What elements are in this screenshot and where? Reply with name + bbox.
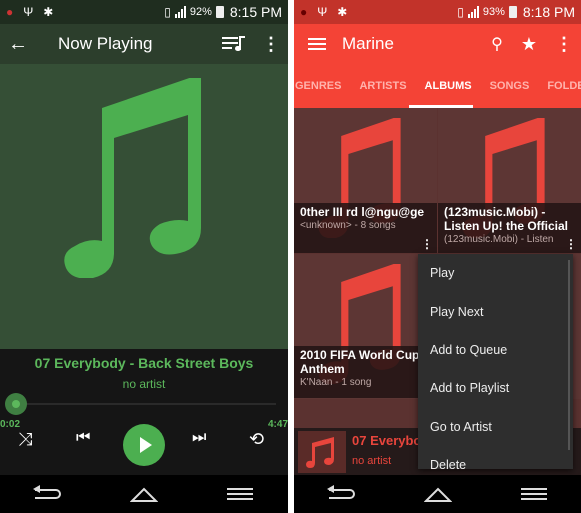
usb-icon: Ψ — [23, 5, 34, 19]
star-icon[interactable]: ★ — [521, 34, 537, 55]
repeat-icon[interactable]: ⟲ — [249, 429, 264, 450]
signal-icon — [467, 6, 479, 18]
seek-thumb[interactable] — [4, 393, 27, 415]
album-title: 0ther III rd l@ngu@ge — [300, 205, 425, 219]
menu-item-add-to-playlist[interactable]: Add to Playlist — [418, 369, 573, 407]
album-subtitle: <unknown> - 8 songs — [300, 220, 396, 231]
music-note-icon — [306, 437, 334, 468]
next-icon[interactable]: ⏭ — [192, 429, 206, 447]
toolbar: ← Now Playing ⋮ — [0, 24, 288, 64]
headset-icon: ● — [300, 5, 308, 19]
album-art — [0, 64, 288, 349]
shuffle-icon[interactable]: ⤨ — [18, 429, 32, 450]
nav-back-icon[interactable] — [326, 485, 355, 499]
nav-home-icon[interactable] — [423, 486, 452, 502]
arrow-left-icon[interactable]: ← — [0, 33, 36, 56]
album-tile[interactable]: 2010 FIFA World Cup Anthem K'Naan - 1 so… — [294, 254, 437, 399]
android-debug-icon: ✱ — [337, 5, 348, 19]
hamburger-menu-icon[interactable] — [308, 38, 326, 50]
menu-scrollbar[interactable] — [568, 260, 570, 450]
page-title: Now Playing — [58, 34, 153, 53]
system-nav-bar — [0, 475, 288, 513]
tab-albums[interactable]: ALBUMS — [416, 80, 481, 92]
battery-percent: 93% — [482, 6, 505, 18]
album-caption: 0ther III rd l@ngu@ge <unknown> - 8 song… — [294, 203, 437, 253]
track-title: 07 Everybody - Back Street Boys — [34, 355, 254, 371]
more-vert-icon[interactable]: ⋮ — [262, 34, 280, 55]
context-menu: Play Play Next Add to Queue Add to Playl… — [418, 254, 573, 469]
vibrate-icon: ▯ — [457, 5, 464, 19]
nav-back-icon[interactable] — [32, 485, 61, 499]
clock: 8:15 PM — [229, 4, 282, 20]
album-subtitle: (123music.Mobi) - Listen — [444, 234, 554, 245]
signal-icon — [174, 6, 186, 18]
tab-folders[interactable]: FOLDERS — [538, 80, 581, 92]
library-screen: ● Ψ ✱ ▯ 93% 8:18 PM Marine ⚲ ★ ⋮ GENRES … — [294, 0, 581, 513]
menu-item-play[interactable]: Play — [418, 254, 573, 292]
menu-item-play-next[interactable]: Play Next — [418, 292, 573, 330]
headset-icon: ● — [6, 5, 14, 19]
clock: 8:18 PM — [522, 4, 575, 20]
album-title: 2010 FIFA World Cup Anthem — [300, 348, 420, 376]
album-caption: 2010 FIFA World Cup Anthem K'Naan - 1 so… — [294, 346, 437, 398]
mini-album-art — [298, 431, 346, 473]
album-more-icon[interactable]: ⋮ — [421, 237, 433, 251]
status-bar: ● Ψ ✱ ▯ 92% 8:15 PM — [0, 0, 288, 24]
seek-bar[interactable] — [6, 403, 276, 405]
album-more-icon[interactable]: ⋮ — [565, 237, 577, 251]
queue-music-icon[interactable] — [222, 34, 246, 54]
library-tabs: GENRES ARTISTS ALBUMS SONGS FOLDERS — [294, 64, 581, 108]
mini-track-artist: no artist — [352, 455, 392, 467]
now-playing-panel: 07 Everybody - Back Street Boys no artis… — [0, 349, 288, 475]
music-note-icon — [64, 78, 201, 278]
track-artist: no artist — [122, 377, 166, 391]
album-caption: (123music.Mobi) - Listen Up! the Officia… — [438, 203, 581, 253]
album-tile[interactable]: 0ther III rd l@ngu@ge <unknown> - 8 song… — [294, 108, 437, 253]
menu-item-delete[interactable]: Delete — [418, 446, 573, 469]
system-nav-bar — [294, 475, 581, 513]
previous-icon[interactable]: ⏮ — [76, 429, 90, 447]
nav-menu-icon[interactable] — [520, 488, 547, 500]
total-time: 4:47 — [267, 419, 288, 430]
vibrate-icon: ▯ — [164, 5, 171, 19]
search-icon[interactable]: ⚲ — [491, 34, 503, 54]
toolbar: Marine ⚲ ★ ⋮ — [294, 24, 581, 64]
album-subtitle: K'Naan - 1 song — [300, 377, 372, 388]
menu-item-add-to-queue[interactable]: Add to Queue — [418, 331, 573, 369]
tab-genres[interactable]: GENRES — [294, 80, 350, 92]
nav-menu-icon[interactable] — [227, 488, 254, 500]
album-title: (123music.Mobi) - Listen Up! the Officia… — [444, 205, 569, 233]
status-bar: ● Ψ ✱ ▯ 93% 8:18 PM — [294, 0, 581, 24]
tab-songs[interactable]: SONGS — [481, 80, 539, 92]
tab-artists[interactable]: ARTISTS — [350, 80, 415, 92]
elapsed-time: 0:02 — [0, 419, 21, 430]
battery-percent: 92% — [189, 6, 212, 18]
battery-icon — [508, 6, 517, 18]
battery-icon — [215, 6, 224, 18]
app-title: Marine — [342, 34, 394, 53]
more-vert-icon[interactable]: ⋮ — [555, 34, 573, 55]
usb-icon: Ψ — [317, 5, 328, 19]
play-button[interactable] — [123, 424, 165, 466]
album-tile[interactable]: (123music.Mobi) - Listen Up! the Officia… — [438, 108, 581, 253]
android-debug-icon: ✱ — [43, 5, 54, 19]
menu-item-go-to-artist[interactable]: Go to Artist — [418, 408, 573, 446]
nav-home-icon[interactable] — [129, 486, 158, 502]
now-playing-screen: ● Ψ ✱ ▯ 92% 8:15 PM ← Now Playing ⋮ 07 E… — [0, 0, 288, 513]
